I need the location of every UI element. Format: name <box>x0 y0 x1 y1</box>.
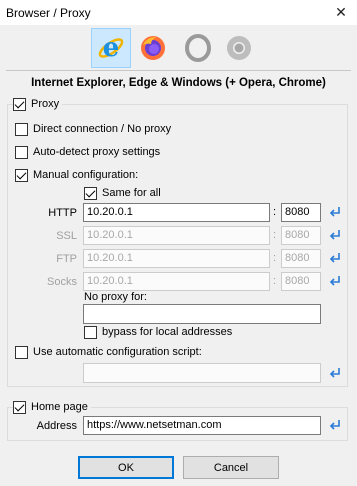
ssl-label: SSL <box>56 230 77 242</box>
auto-script-checkbox[interactable] <box>15 345 28 359</box>
tab-firefox[interactable] <box>133 28 173 68</box>
auto-detect-row[interactable]: Auto-detect proxy settings <box>15 144 160 160</box>
tab-opera[interactable] <box>178 28 218 68</box>
chrome-icon <box>227 36 251 60</box>
http-address-input[interactable]: 10.20.0.1 <box>83 203 270 222</box>
http-colon: : <box>273 206 277 218</box>
socks-arrow-icon[interactable] <box>328 274 342 288</box>
homepage-address-input[interactable]: https://www.netsetman.com <box>83 416 321 435</box>
socks-colon: : <box>273 275 277 287</box>
manual-config-label: Manual configuration: <box>33 169 139 181</box>
tab-internet-explorer[interactable]: e <box>91 28 131 68</box>
ftp-address-input[interactable]: 10.20.0.1 <box>83 249 270 268</box>
manual-config-row[interactable]: Manual configuration: <box>15 167 138 183</box>
cancel-button[interactable]: Cancel <box>183 456 279 479</box>
tabs-divider <box>6 70 351 71</box>
auto-script-input[interactable] <box>83 363 321 383</box>
same-for-all-row[interactable]: Same for all <box>84 185 161 201</box>
auto-script-row[interactable]: Use automatic configuration script: <box>15 344 202 360</box>
title-bar: Browser / Proxy ✕ <box>0 0 357 26</box>
ftp-port-input[interactable]: 8080 <box>281 249 321 268</box>
opera-icon <box>185 34 211 62</box>
auto-script-arrow-icon[interactable] <box>328 366 342 380</box>
direct-connection-checkbox[interactable] <box>15 122 28 136</box>
bypass-local-row[interactable]: bypass for local addresses <box>84 324 232 340</box>
homepage-label: Home page <box>31 401 88 413</box>
ssl-address-input[interactable]: 10.20.0.1 <box>83 226 270 245</box>
same-for-all-checkbox[interactable] <box>84 186 97 200</box>
address-label: Address <box>36 420 77 432</box>
section-heading: Internet Explorer, Edge & Windows (+ Ope… <box>31 77 326 89</box>
internet-explorer-edge-icon: e <box>98 33 124 63</box>
http-port-input[interactable]: 8080 <box>281 203 321 222</box>
close-icon: ✕ <box>335 4 347 20</box>
no-proxy-input[interactable] <box>83 304 321 324</box>
bypass-local-checkbox[interactable] <box>84 325 97 339</box>
window-title: Browser / Proxy <box>6 6 91 20</box>
socks-label: Socks <box>47 276 77 288</box>
tab-chrome[interactable] <box>219 28 259 68</box>
proxy-checkbox-row[interactable]: Proxy <box>13 96 63 112</box>
homepage-checkbox[interactable] <box>13 400 26 414</box>
ftp-label: FTP <box>56 253 77 265</box>
proxy-label: Proxy <box>31 98 60 110</box>
svg-text:e: e <box>103 33 120 63</box>
direct-connection-label: Direct connection / No proxy <box>33 123 172 135</box>
auto-detect-checkbox[interactable] <box>15 145 28 159</box>
ftp-colon: : <box>273 252 277 264</box>
http-label: HTTP <box>48 207 77 219</box>
ok-button[interactable]: OK <box>78 456 174 479</box>
homepage-checkbox-row[interactable]: Home page <box>13 399 91 415</box>
auto-script-label: Use automatic configuration script: <box>33 346 202 358</box>
firefox-icon <box>141 36 165 60</box>
socks-port-input[interactable]: 8080 <box>281 272 321 291</box>
apply-to-all-arrow-icon[interactable] <box>328 205 342 219</box>
manual-config-checkbox[interactable] <box>15 168 28 182</box>
close-button[interactable]: ✕ <box>325 0 357 25</box>
socks-address-input[interactable]: 10.20.0.1 <box>83 272 270 291</box>
no-proxy-label: No proxy for: <box>84 291 147 303</box>
proxy-checkbox[interactable] <box>13 97 26 111</box>
homepage-arrow-icon[interactable] <box>328 418 342 432</box>
ssl-colon: : <box>273 229 277 241</box>
bypass-local-label: bypass for local addresses <box>102 326 233 338</box>
ssl-arrow-icon[interactable] <box>328 228 342 242</box>
browser-tabs: e <box>0 25 357 70</box>
same-for-all-label: Same for all <box>102 187 161 199</box>
auto-detect-label: Auto-detect proxy settings <box>33 146 161 158</box>
ssl-port-input[interactable]: 8080 <box>281 226 321 245</box>
direct-connection-row[interactable]: Direct connection / No proxy <box>15 121 171 137</box>
ftp-arrow-icon[interactable] <box>328 251 342 265</box>
